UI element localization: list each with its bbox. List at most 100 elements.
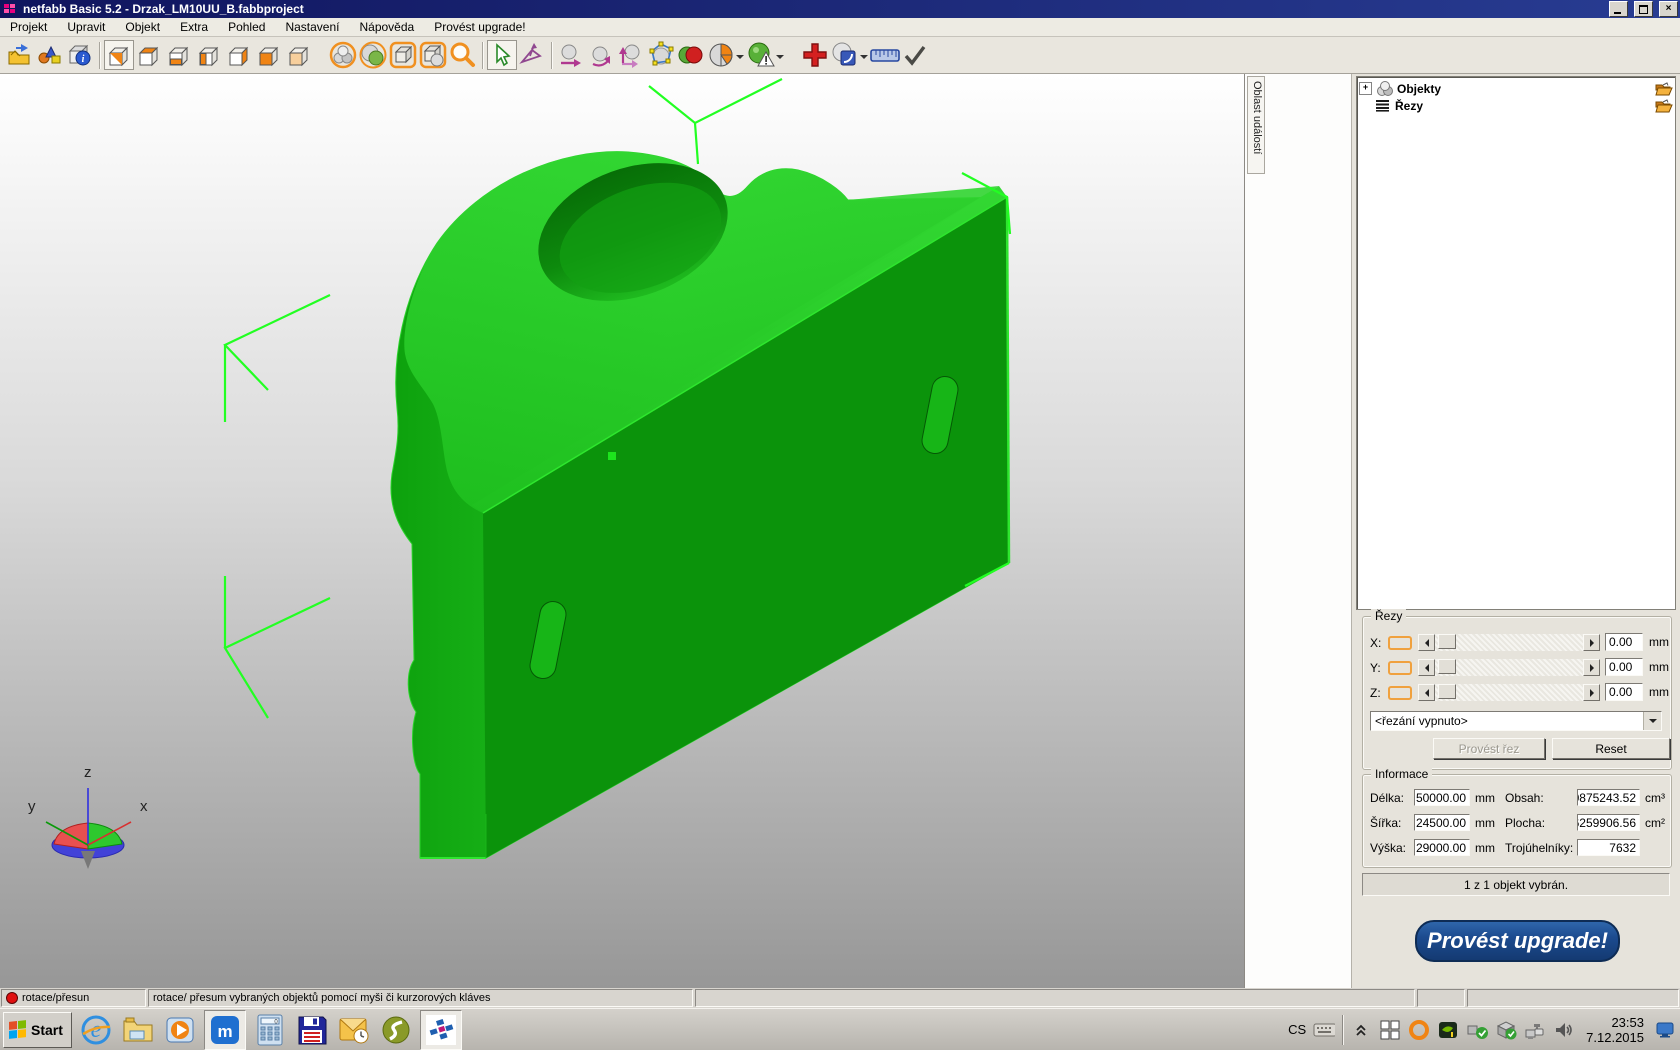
menu-objekt[interactable]: Objekt: [115, 18, 170, 36]
part-in-box-icon[interactable]: [418, 40, 448, 70]
upgrade-button[interactable]: Provést upgrade!: [1415, 920, 1620, 962]
language-indicator[interactable]: CS: [1288, 1022, 1306, 1037]
menu-provest-upgrade[interactable]: Provést upgrade!: [424, 18, 535, 36]
nvidia-tray-icon[interactable]: [1437, 1019, 1459, 1041]
reset-button[interactable]: Reset: [1552, 738, 1670, 759]
cut-part-dropdown-icon[interactable]: [860, 55, 868, 63]
tree-item-rezy[interactable]: Řezy: [1359, 97, 1673, 114]
cut-y-toggle-button[interactable]: [1388, 661, 1412, 675]
cut-y-value-field[interactable]: 0.00: [1605, 658, 1643, 676]
scrollbar-thumb[interactable]: [1438, 634, 1456, 649]
part-analysis-dropdown-icon[interactable]: [776, 55, 784, 63]
calculator-icon[interactable]: 0: [252, 1012, 288, 1048]
cut-y-scrollbar[interactable]: [1418, 659, 1600, 676]
cut-z-scrollbar[interactable]: [1418, 684, 1600, 701]
keyboard-icon[interactable]: [1313, 1019, 1335, 1041]
width-value-field[interactable]: 24500.00: [1414, 814, 1470, 831]
part-sections-icon[interactable]: [706, 40, 736, 70]
internet-explorer-icon[interactable]: e: [78, 1012, 114, 1048]
scroll-left-icon[interactable]: [1418, 659, 1435, 676]
scale-part-icon[interactable]: [616, 40, 646, 70]
maximize-button[interactable]: [1634, 1, 1653, 17]
outlook-icon[interactable]: [336, 1012, 372, 1048]
part-analysis-icon[interactable]: [746, 40, 776, 70]
minimize-button[interactable]: [1609, 1, 1628, 17]
edit-mesh-icon[interactable]: [646, 40, 676, 70]
open-folder-icon[interactable]: [1655, 82, 1673, 96]
open-folder-icon[interactable]: [1655, 99, 1673, 113]
bounding-box-icon[interactable]: [388, 40, 418, 70]
file-explorer-icon[interactable]: [120, 1012, 156, 1048]
speaker-tray-icon[interactable]: [1553, 1019, 1575, 1041]
menu-nastaveni[interactable]: Nastavení: [275, 18, 349, 36]
menu-extra[interactable]: Extra: [170, 18, 218, 36]
start-button[interactable]: Start: [3, 1012, 72, 1048]
rotate-part-icon[interactable]: [586, 40, 616, 70]
maxthon-browser-icon[interactable]: m: [204, 1010, 246, 1050]
triangles-value-field[interactable]: 7632: [1577, 839, 1640, 856]
validate-icon[interactable]: [900, 40, 930, 70]
scroll-left-icon[interactable]: [1418, 684, 1435, 701]
view-back-icon[interactable]: [224, 40, 254, 70]
show-parts-icon[interactable]: [328, 40, 358, 70]
windows-tray-icon[interactable]: [1379, 1019, 1401, 1041]
close-button[interactable]: ×: [1659, 1, 1678, 17]
menu-projekt[interactable]: Projekt: [0, 18, 57, 36]
save-floppy-icon[interactable]: [294, 1012, 330, 1048]
tray-expand-chevron-icon[interactable]: [1350, 1019, 1372, 1041]
cut-mode-dropdown[interactable]: <řezání vypnuto>: [1370, 711, 1662, 731]
zoom-icon[interactable]: [448, 40, 478, 70]
cut-z-toggle-button[interactable]: [1388, 686, 1412, 700]
area-value-field[interactable]: 6259906.56: [1577, 814, 1640, 831]
view-left-icon[interactable]: [254, 40, 284, 70]
view-top-icon[interactable]: [134, 40, 164, 70]
move-part-icon[interactable]: [556, 40, 586, 70]
project-info-icon[interactable]: i: [65, 40, 95, 70]
view-front-icon[interactable]: [194, 40, 224, 70]
comodo-tray-icon[interactable]: [1408, 1019, 1430, 1041]
select-tool-icon[interactable]: [487, 40, 517, 70]
menu-pohled[interactable]: Pohled: [218, 18, 275, 36]
view-right-icon[interactable]: [284, 40, 314, 70]
measure-icon[interactable]: [870, 40, 900, 70]
cut-x-scrollbar[interactable]: [1418, 634, 1600, 651]
execute-cut-button[interactable]: Provést řez: [1433, 738, 1545, 759]
netfabb-taskbar-icon[interactable]: [420, 1010, 462, 1050]
length-value-field[interactable]: 50000.00: [1414, 789, 1470, 806]
expand-icon[interactable]: +: [1359, 82, 1372, 95]
media-player-icon[interactable]: [162, 1012, 198, 1048]
scrollbar-thumb[interactable]: [1438, 659, 1456, 674]
volume-value-field[interactable]: 0875243.52: [1577, 789, 1640, 806]
viewport-3d[interactable]: z y x: [0, 74, 1245, 988]
menu-napoveda[interactable]: Nápověda: [349, 18, 424, 36]
view-bottom-icon[interactable]: [164, 40, 194, 70]
menu-upravit[interactable]: Upravit: [57, 18, 115, 36]
show-desktop-icon[interactable]: [1655, 1017, 1675, 1043]
scroll-right-icon[interactable]: [1583, 634, 1600, 651]
spybot-icon[interactable]: [378, 1012, 414, 1048]
open-file-icon[interactable]: [5, 40, 35, 70]
usb-device-tray-icon[interactable]: [1466, 1019, 1488, 1041]
view-default-icon[interactable]: [104, 40, 134, 70]
scroll-left-icon[interactable]: [1418, 634, 1435, 651]
scroll-right-icon[interactable]: [1583, 659, 1600, 676]
cut-z-value-field[interactable]: 0.00: [1605, 683, 1643, 701]
add-parts-icon[interactable]: [35, 40, 65, 70]
scrollbar-thumb[interactable]: [1438, 684, 1456, 699]
cut-x-toggle-button[interactable]: [1388, 636, 1412, 650]
compare-parts-icon[interactable]: [676, 40, 706, 70]
scroll-right-icon[interactable]: [1583, 684, 1600, 701]
show-colored-icon[interactable]: [358, 40, 388, 70]
network-tray-icon[interactable]: [1524, 1019, 1546, 1041]
cut-part-icon[interactable]: [830, 40, 860, 70]
tree-item-objekty[interactable]: + Objekty: [1359, 80, 1673, 97]
part-sections-dropdown-icon[interactable]: [736, 55, 744, 63]
measure-angle-icon[interactable]: [517, 40, 547, 70]
repair-part-icon[interactable]: [800, 40, 830, 70]
sync-box-tray-icon[interactable]: [1495, 1019, 1517, 1041]
chevron-down-icon[interactable]: [1643, 712, 1661, 730]
clock[interactable]: 23:53 7.12.2015: [1582, 1015, 1648, 1045]
cut-x-value-field[interactable]: 0.00: [1605, 633, 1643, 651]
events-panel-tab[interactable]: Oblast událostí: [1247, 76, 1265, 174]
height-value-field[interactable]: 29000.00: [1414, 839, 1470, 856]
